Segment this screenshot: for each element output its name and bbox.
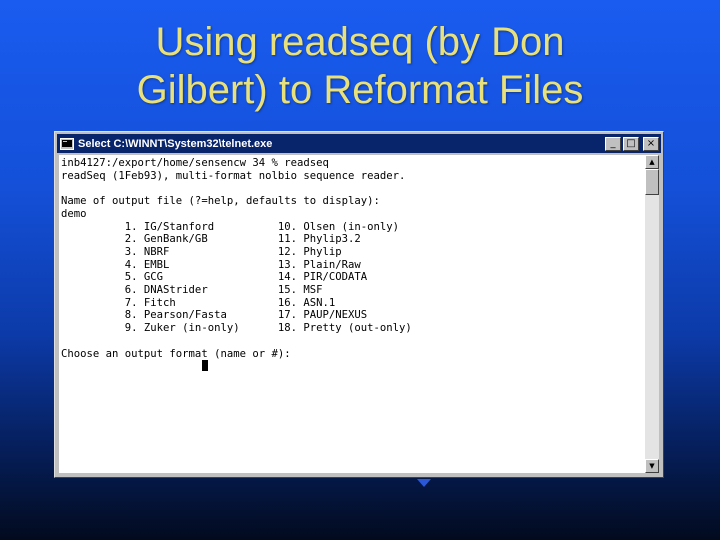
slide-title: Using readseq (by Don Gilbert) to Reform… (0, 18, 720, 114)
window-title: Select C:\WINNT\System32\telnet.exe (78, 137, 273, 150)
slide-nav-marker (417, 479, 431, 487)
close-button[interactable]: × (643, 136, 659, 151)
console-line: 5. GCG 14. PIR/CODATA (61, 271, 368, 284)
slide-title-line-2: Gilbert) to Reformat Files (136, 68, 584, 112)
vertical-scrollbar[interactable]: ▲ ▼ (645, 155, 659, 473)
window-titlebar[interactable]: Select C:\WINNT\System32\telnet.exe _ □ … (57, 134, 661, 153)
console-line: demo (61, 207, 87, 220)
console-line: 3. NBRF 12. Phylip (61, 245, 342, 258)
maximize-button[interactable]: □ (623, 136, 639, 151)
scrollbar-thumb[interactable] (645, 169, 659, 195)
console-line: inb4127:/export/home/sensencw 34 % reads… (61, 157, 329, 169)
console-line: Choose an output format (name or #): (61, 347, 291, 360)
console-line: 8. Pearson/Fasta 17. PAUP/NEXUS (61, 309, 368, 322)
scroll-up-button[interactable]: ▲ (645, 155, 659, 169)
console-line: 9. Zuker (in-only) 18. Pretty (out-only) (61, 322, 412, 335)
console-output: inb4127:/export/home/sensencw 34 % reads… (59, 155, 645, 360)
console-line: 4. EMBL 13. Plain/Raw (61, 258, 361, 271)
slide-title-line-1: Using readseq (by Don (155, 20, 565, 64)
console-line: 7. Fitch 16. ASN.1 (61, 296, 336, 309)
console-area[interactable]: inb4127:/export/home/sensencw 34 % reads… (59, 155, 645, 473)
minimize-button[interactable]: _ (605, 136, 621, 151)
text-cursor (202, 360, 208, 371)
console-line: 6. DNAStrider 15. MSF (61, 284, 323, 297)
scroll-down-button[interactable]: ▼ (645, 459, 659, 473)
console-line: Name of output file (?=help, defaults to… (61, 195, 380, 208)
terminal-icon[interactable] (60, 137, 74, 151)
console-line: readSeq (1Feb93), multi-format nolbio se… (61, 169, 406, 182)
console-line: 1. IG/Stanford 10. Olsen (in-only) (61, 220, 400, 233)
console-line: 2. GenBank/GB 11. Phylip3.2 (61, 233, 361, 246)
telnet-window: Select C:\WINNT\System32\telnet.exe _ □ … (54, 131, 664, 478)
